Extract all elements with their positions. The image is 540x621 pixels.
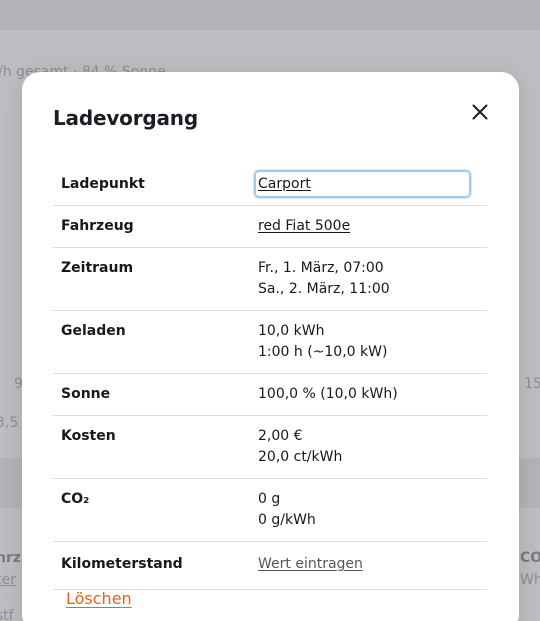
background-header [0, 0, 540, 30]
row-zeitraum: Zeitraum Fr., 1. März, 07:00 Sa., 2. Mär… [53, 248, 487, 311]
solar-share: 100,0 % (10,0 kWh) [258, 386, 398, 402]
background-label: ter [0, 572, 16, 588]
period-end: Sa., 2. März, 11:00 [258, 281, 390, 297]
cost-total: 2,00 € [258, 428, 303, 444]
label-sonne: Sonne [61, 386, 111, 402]
label-kilometerstand: Kilometerstand [61, 556, 183, 572]
background-label: CO [520, 550, 540, 566]
vehicle-link[interactable]: red Fiat 500e [258, 218, 350, 234]
loadpoint-link[interactable]: Carport [258, 176, 311, 192]
odometer-enter-link[interactable]: Wert eintragen [258, 556, 363, 572]
background-number: 15 [524, 376, 540, 392]
label-co2: CO₂ [61, 491, 90, 507]
cost-per-kwh: 20,0 ct/kWh [258, 449, 343, 465]
label-fahrzeug: Fahrzeug [61, 218, 134, 234]
row-sonne: Sonne 100,0 % (10,0 kWh) [53, 374, 487, 416]
charged-energy: 10,0 kWh [258, 323, 325, 339]
close-button[interactable] [468, 100, 492, 124]
row-fahrzeug: Fahrzeug red Fiat 500e [53, 206, 487, 248]
co2-total: 0 g [258, 491, 281, 507]
row-geladen: Geladen 10,0 kWh 1:00 h (~10,0 kW) [53, 311, 487, 374]
label-zeitraum: Zeitraum [61, 260, 134, 276]
loadpoint-select[interactable]: Carport [254, 170, 471, 198]
charging-session-dialog: Ladevorgang Ladepunkt Carport Fahrzeug r… [22, 72, 519, 621]
row-kilometerstand: Kilometerstand Wert eintragen [53, 542, 487, 590]
delete-button[interactable]: Löschen [66, 589, 132, 608]
label-ladepunkt: Ladepunkt [61, 176, 145, 192]
background-label: stf [0, 608, 14, 621]
session-details-table: Ladepunkt Carport Fahrzeug red Fiat 500e… [53, 164, 487, 590]
period-start: Fr., 1. März, 07:00 [258, 260, 384, 276]
row-kosten: Kosten 2,00 € 20,0 ct/kWh [53, 416, 487, 479]
co2-per-kwh: 0 g/kWh [258, 512, 316, 528]
row-co2: CO₂ 0 g 0 g/kWh [53, 479, 487, 542]
row-ladepunkt: Ladepunkt Carport [53, 164, 487, 206]
label-kosten: Kosten [61, 428, 116, 444]
dialog-title: Ladevorgang [53, 106, 198, 130]
close-icon [472, 104, 488, 120]
background-label: hrz [0, 550, 22, 566]
label-geladen: Geladen [61, 323, 126, 339]
charged-duration: 1:00 h (~10,0 kW) [258, 344, 388, 360]
background-label: Wh [520, 572, 540, 588]
background-number: 3,5 [0, 415, 19, 431]
